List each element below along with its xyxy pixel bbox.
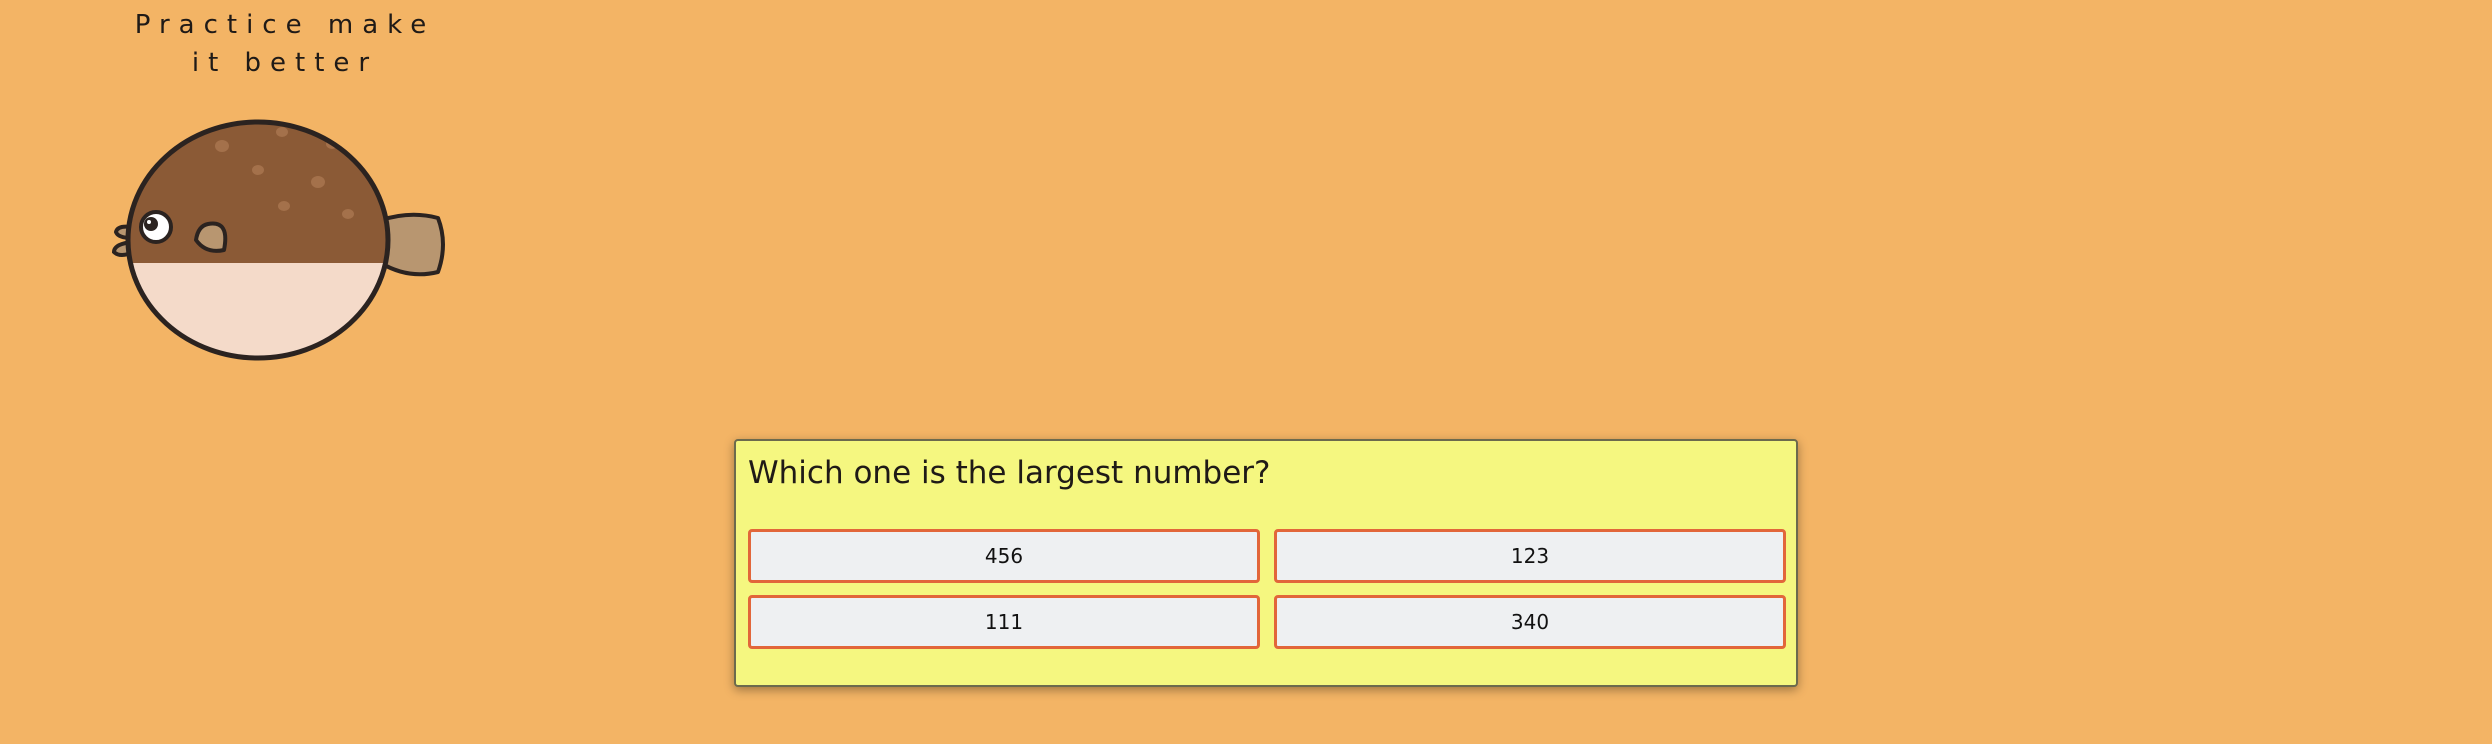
pufferfish-icon <box>111 119 445 361</box>
question-text: Which one is the largest number? <box>748 455 1271 491</box>
tagline: Practice make it better <box>100 6 470 82</box>
answer-grid: 456 123 111 340 <box>748 529 1786 649</box>
tagline-line-2: it better <box>191 48 379 78</box>
answer-button-123[interactable]: 123 <box>1274 529 1786 583</box>
answer-button-340[interactable]: 340 <box>1274 595 1786 649</box>
answer-button-111[interactable]: 111 <box>748 595 1260 649</box>
quiz-card: Which one is the largest number? 456 123… <box>734 439 1798 687</box>
answer-button-456[interactable]: 456 <box>748 529 1260 583</box>
tagline-line-1: Practice make <box>134 10 436 40</box>
